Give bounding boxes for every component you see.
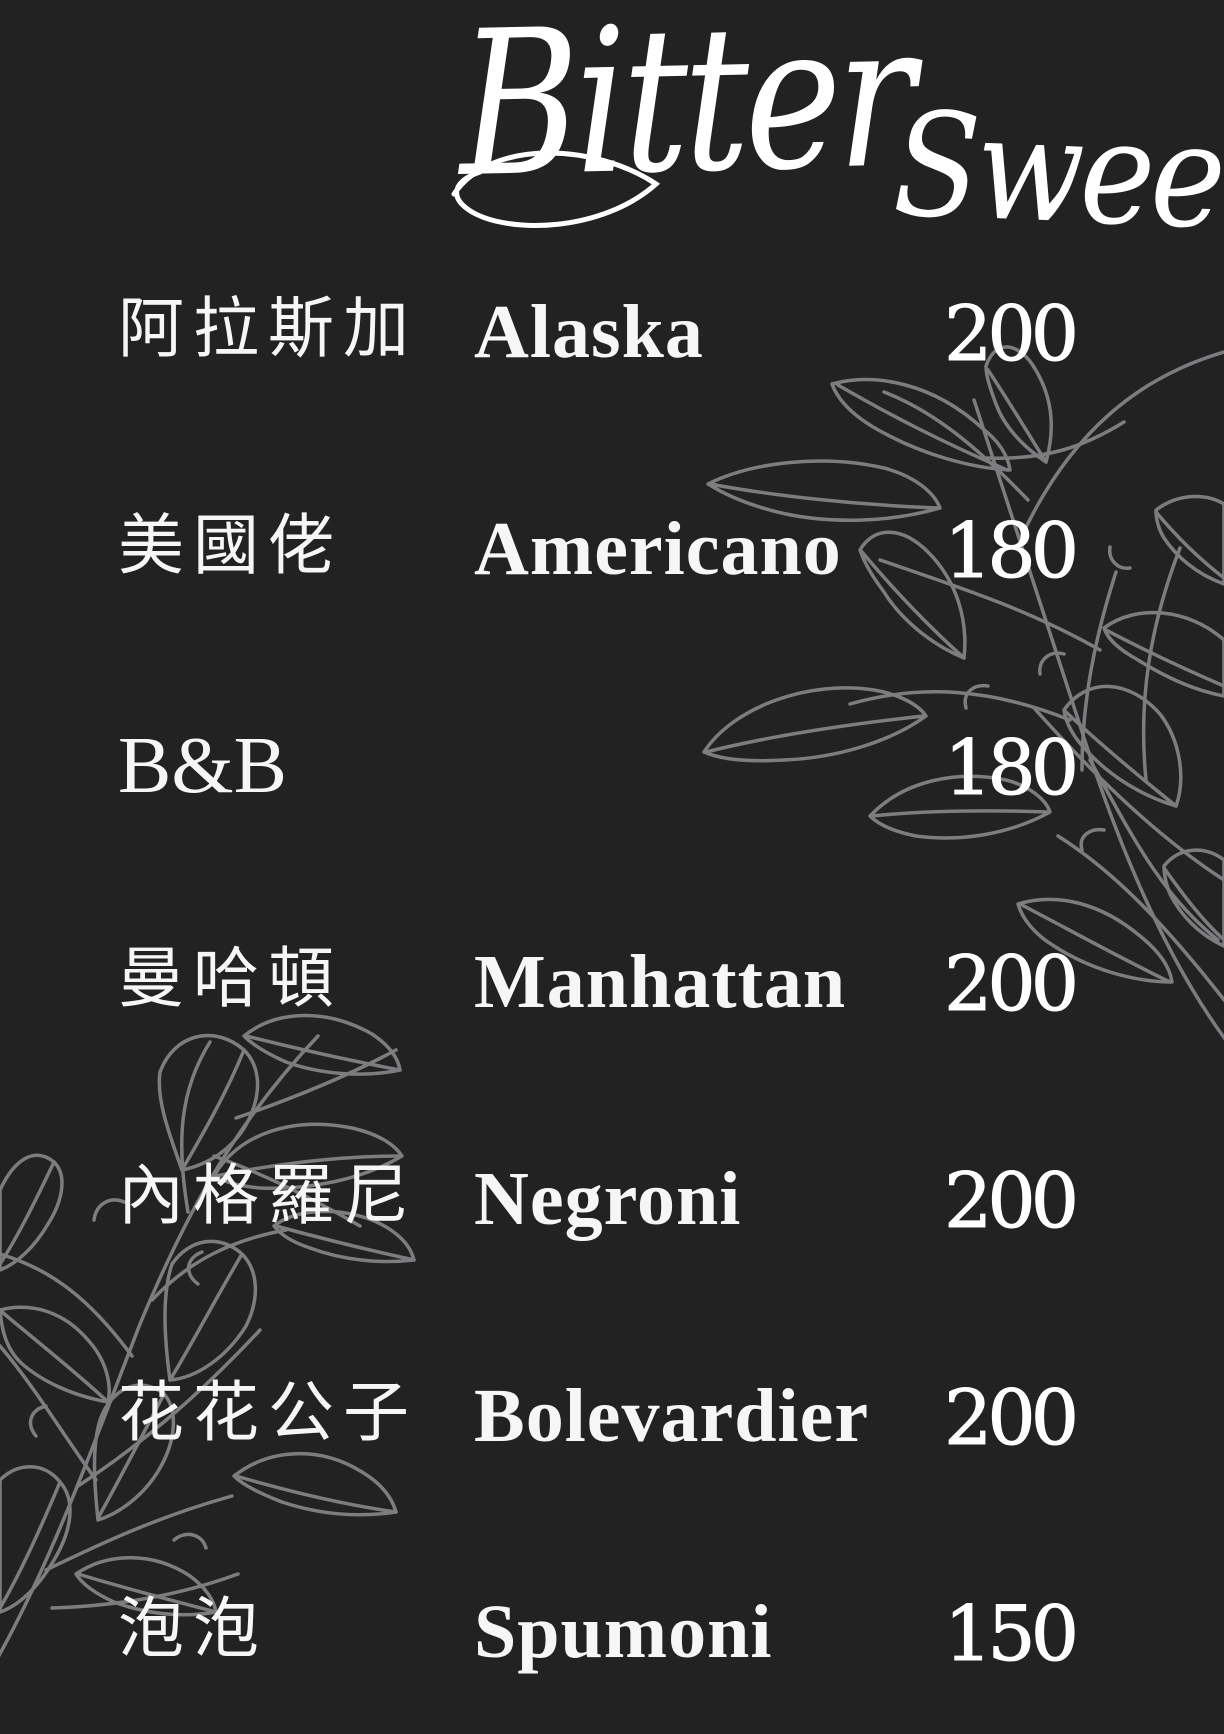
item-chinese-name: 阿拉斯加 — [118, 290, 418, 367]
item-price: 200 — [943, 289, 1079, 378]
item-english-name: Bolevardier — [474, 1374, 870, 1458]
cocktail-list: 阿拉斯加 Alaska 200 美國佬 Americano 180 B&B 18… — [0, 0, 1224, 1734]
item-price: 200 — [943, 939, 1079, 1028]
item-chinese-name: 美國佬 — [118, 507, 343, 584]
item-english-name: Americano — [474, 507, 842, 591]
menu-item-americano: 美國佬 Americano 180 — [0, 503, 1224, 613]
menu-item-alaska: 阿拉斯加 Alaska 200 — [0, 286, 1224, 396]
menu-item-b-and-b: B&B 180 — [0, 720, 1224, 830]
menu-item-manhattan: 曼哈頓 Manhattan 200 — [0, 936, 1224, 1046]
item-price: 150 — [943, 1589, 1079, 1678]
item-name: B&B — [118, 722, 287, 810]
menu-item-bolevardier: 花花公子 Bolevardier 200 — [0, 1370, 1224, 1480]
item-chinese-name: 泡泡 — [118, 1590, 268, 1667]
item-english-name: Manhattan — [474, 940, 847, 1024]
item-price: 180 — [943, 506, 1079, 595]
cocktail-menu-page: Bitter Sweet 阿拉斯加 Alaska 200 美國佬 America… — [0, 0, 1224, 1734]
item-chinese-name: 花花公子 — [118, 1374, 418, 1451]
item-english-name: Spumoni — [474, 1590, 773, 1674]
item-chinese-name: 內格羅尼 — [118, 1157, 418, 1234]
menu-item-spumoni: 泡泡 Spumoni 150 — [0, 1586, 1224, 1696]
menu-item-negroni: 內格羅尼 Negroni 200 — [0, 1153, 1224, 1263]
item-chinese-name: 曼哈頓 — [118, 940, 343, 1017]
item-price: 200 — [943, 1156, 1079, 1245]
item-price: 180 — [943, 723, 1079, 812]
item-price: 200 — [943, 1373, 1079, 1462]
item-english-name: Negroni — [474, 1157, 742, 1241]
item-english-name: Alaska — [474, 290, 704, 374]
